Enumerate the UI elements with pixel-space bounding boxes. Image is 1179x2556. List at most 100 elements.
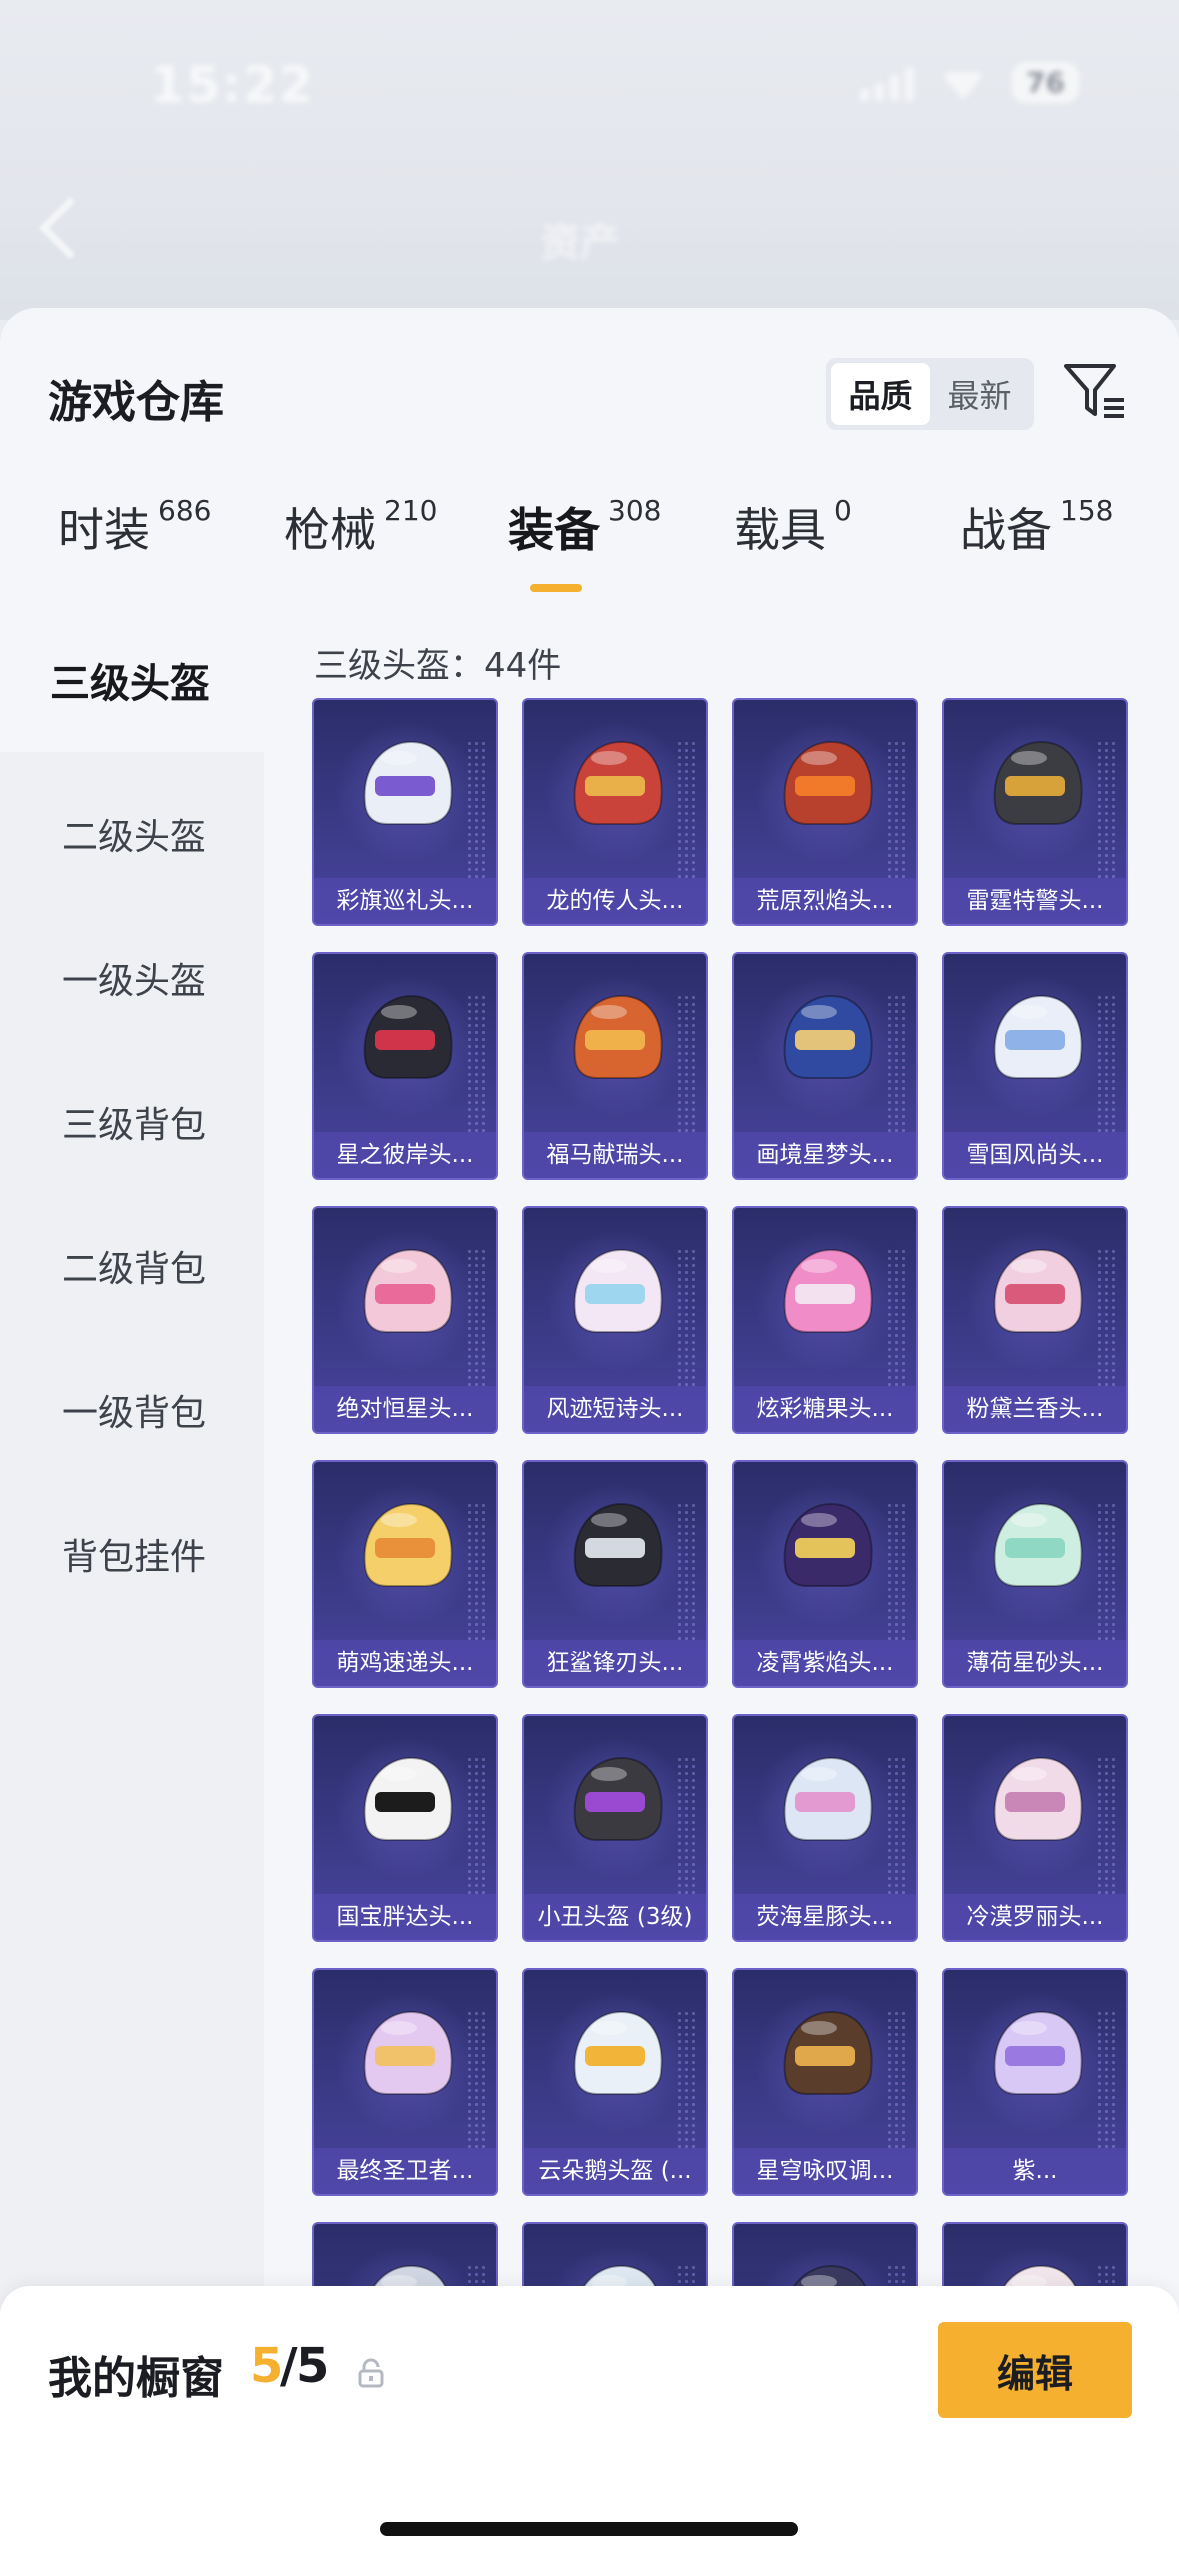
item-card[interactable]: 国宝胖达头... [312,1714,498,1942]
card-dot-pattern [466,2010,488,2150]
item-card[interactable]: 最终圣卫者... [312,1968,498,2196]
tab-firearms[interactable]: 枪械 210 [284,494,437,594]
status-time: 15:22 [150,56,315,114]
item-card[interactable]: 荒原烈焰头... [732,698,918,926]
card-dot-pattern [886,1756,908,1896]
card-dot-pattern [676,2010,698,2150]
item-card[interactable]: 云朵鹅头盔 (... [522,1968,708,2196]
item-card[interactable]: 画境星梦头... [732,952,918,1180]
subcategory-level3-backpack[interactable]: 三级背包 [0,1050,264,1194]
filter-icon[interactable] [1062,358,1128,424]
helmet-icon [993,1248,1083,1333]
helmet-icon [363,1502,453,1587]
item-name: 雪国风尚头... [944,1132,1126,1178]
item-card[interactable]: 龙的传人头... [522,698,708,926]
card-dot-pattern [676,1502,698,1642]
sort-quality-button[interactable]: 品质 [831,363,930,425]
item-card[interactable]: 雪国风尚头... [942,952,1128,1180]
card-dot-pattern [466,1756,488,1896]
card-dot-pattern [1096,1756,1118,1896]
helmet-icon [573,1502,663,1587]
subcategory-level1-backpack[interactable]: 一级背包 [0,1338,264,1482]
item-name: 薄荷星砂头... [944,1640,1126,1686]
warehouse-sheet: 游戏仓库 品质 最新 时装 686 枪械 210 装备 308 载具 0 战备 … [0,308,1179,2556]
blurred-header-background: 15:22 76 资产 [0,0,1179,320]
card-dot-pattern [466,1502,488,1642]
tab-fashion[interactable]: 时装 686 [58,494,211,594]
tab-count: 210 [384,494,438,527]
item-card[interactable]: 星之彼岸头... [312,952,498,1180]
item-card[interactable]: 紫... [942,1968,1128,2196]
subcategory-level2-helmet[interactable]: 二级头盔 [0,762,264,906]
tab-count: 686 [158,494,212,527]
item-card[interactable]: 风迹短诗头... [522,1206,708,1434]
tab-vehicles[interactable]: 载具 0 [734,494,852,594]
sort-toggle: 品质 最新 [826,358,1034,430]
helmet-icon [993,1502,1083,1587]
sheet-title: 游戏仓库 [48,377,224,428]
card-dot-pattern [886,2010,908,2150]
item-card[interactable]: 绝对恒星头... [312,1206,498,1434]
item-card[interactable]: 星穹咏叹调... [732,1968,918,2196]
item-count-label: 三级头盔：44件 [314,646,562,686]
item-card[interactable]: 狂鲨锋刃头... [522,1460,708,1688]
card-dot-pattern [466,740,488,880]
card-dot-pattern [886,1502,908,1642]
item-card[interactable]: 粉黛兰香头... [942,1206,1128,1434]
helmet-icon [783,740,873,825]
item-card[interactable]: 薄荷星砂头... [942,1460,1128,1688]
helmet-icon [363,740,453,825]
showcase-current-count: 5 [250,2338,284,2394]
tab-equipment[interactable]: 装备 308 [508,494,661,594]
helmet-icon [993,994,1083,1079]
tab-label: 载具 [734,503,826,557]
item-card[interactable]: 福马献瑞头... [522,952,708,1180]
tab-battle-gear[interactable]: 战备 158 [960,494,1113,594]
item-card[interactable]: 冷漠罗丽头... [942,1714,1128,1942]
item-name: 狂鲨锋刃头... [524,1640,706,1686]
item-name: 星穹咏叹调... [734,2148,916,2194]
card-dot-pattern [1096,1248,1118,1388]
subcategory-level2-backpack[interactable]: 二级背包 [0,1194,264,1338]
item-card[interactable]: 荧海星豚头... [732,1714,918,1942]
item-name: 国宝胖达头... [314,1894,496,1940]
subcategory-level1-helmet[interactable]: 一级头盔 [0,906,264,1050]
item-name: 最终圣卫者... [314,2148,496,2194]
showcase-label: 我的橱窗 [48,2353,224,2404]
tab-count: 308 [608,494,662,527]
item-name: 小丑头盔 (3级) [524,1894,706,1940]
item-card[interactable]: 小丑头盔 (3级) [522,1714,708,1942]
back-chevron-icon[interactable] [38,196,102,260]
item-name: 紫... [944,2148,1126,2194]
item-name: 彩旗巡礼头... [314,878,496,924]
lock-icon [358,2358,384,2388]
wifi-icon [940,72,987,100]
item-card[interactable]: 雷霆特警头... [942,698,1128,926]
item-card[interactable]: 萌鸡速递头... [312,1460,498,1688]
subcategory-backpack-charm[interactable]: 背包挂件 [0,1482,264,1626]
tab-label: 枪械 [284,503,376,557]
item-name: 福马献瑞头... [524,1132,706,1178]
tab-label: 时装 [58,503,150,557]
helmet-icon [573,2010,663,2095]
card-dot-pattern [886,1248,908,1388]
tab-label: 装备 [508,503,600,557]
showcase-separator: / [280,2338,298,2394]
edit-button[interactable]: 编辑 [938,2322,1132,2418]
item-card[interactable]: 彩旗巡礼头... [312,698,498,926]
battery-icon: 76 [1012,62,1079,103]
sort-newest-button[interactable]: 最新 [930,363,1029,425]
helmet-icon [363,994,453,1079]
tab-count: 158 [1060,494,1114,527]
subcategory-level3-helmet[interactable]: 三级头盔 [0,608,264,752]
card-dot-pattern [1096,994,1118,1134]
helmet-icon [573,740,663,825]
helmet-icon [363,1756,453,1841]
active-tab-indicator [530,584,582,592]
ghost-page-title: 资产 [540,220,620,266]
card-dot-pattern [466,1248,488,1388]
item-name: 云朵鹅头盔 (... [524,2148,706,2194]
item-card[interactable]: 凌霄紫焰头... [732,1460,918,1688]
home-indicator [380,2522,798,2536]
item-card[interactable]: 炫彩糖果头... [732,1206,918,1434]
